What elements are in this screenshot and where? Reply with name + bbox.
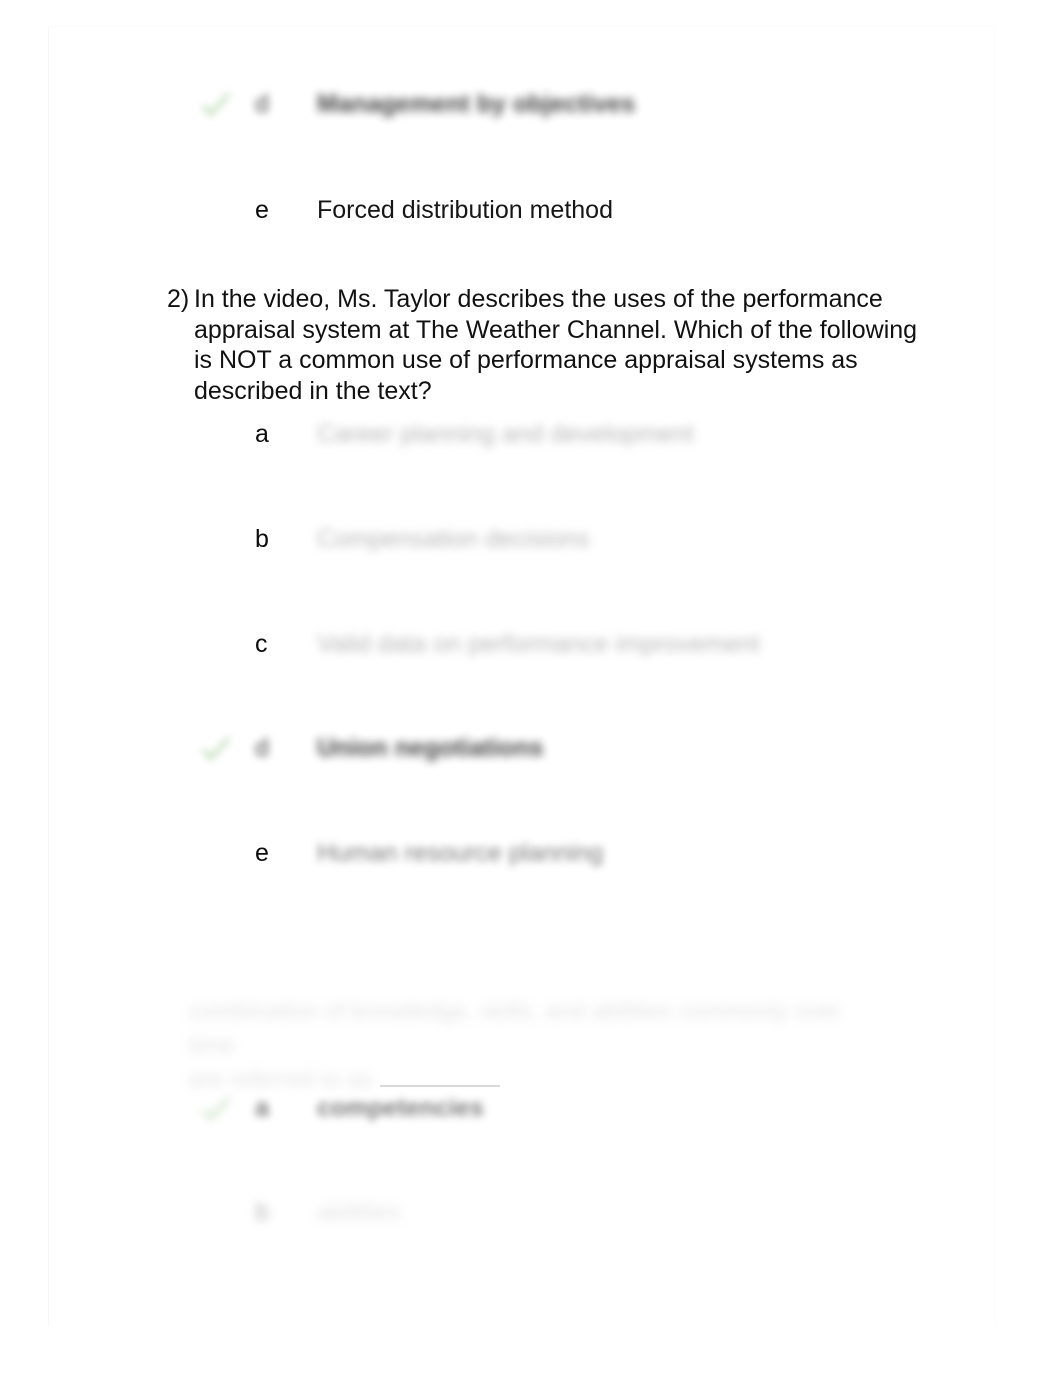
option-text: Career planning and development bbox=[317, 420, 694, 448]
option-text: Valid data on performance improvement bbox=[317, 630, 760, 658]
question-number: 2) bbox=[167, 285, 190, 313]
question-3-stem-line-2: are referred to as bbox=[189, 1066, 374, 1093]
option-text: Forced distribution method bbox=[317, 196, 613, 224]
question-2: 2) In the video, Ms. Taylor describes th… bbox=[167, 284, 927, 406]
option-text: abilities bbox=[317, 1198, 401, 1226]
check-mark-icon bbox=[199, 1093, 233, 1127]
document-content: d Management by objectives e Forced dist… bbox=[49, 27, 997, 1327]
question-3-stem: combination of knowledge, skills, and ab… bbox=[189, 995, 869, 1097]
option-text: Human resource planning bbox=[317, 839, 604, 867]
document-page: d Management by objectives e Forced dist… bbox=[48, 26, 996, 1326]
option-letter: c bbox=[255, 630, 268, 658]
option-text: Compensation decisions bbox=[317, 525, 590, 553]
option-text: Management by objectives bbox=[317, 90, 636, 118]
option-letter: a bbox=[255, 1094, 269, 1122]
option-letter: e bbox=[255, 196, 269, 224]
option-letter: e bbox=[255, 839, 269, 867]
check-mark-icon bbox=[199, 89, 233, 123]
option-letter: a bbox=[255, 420, 269, 448]
question-3-stem-line-1: combination of knowledge, skills, and ab… bbox=[189, 998, 842, 1059]
check-mark-icon bbox=[199, 733, 233, 767]
fill-in-blank bbox=[379, 1065, 500, 1087]
option-text: competencies bbox=[317, 1094, 484, 1122]
option-letter: d bbox=[255, 734, 269, 762]
option-letter: b bbox=[255, 525, 269, 553]
option-letter: b bbox=[255, 1198, 269, 1226]
option-text: Union negotiations bbox=[317, 734, 544, 762]
option-letter: d bbox=[255, 90, 269, 118]
question-text: In the video, Ms. Taylor describes the u… bbox=[194, 285, 918, 405]
